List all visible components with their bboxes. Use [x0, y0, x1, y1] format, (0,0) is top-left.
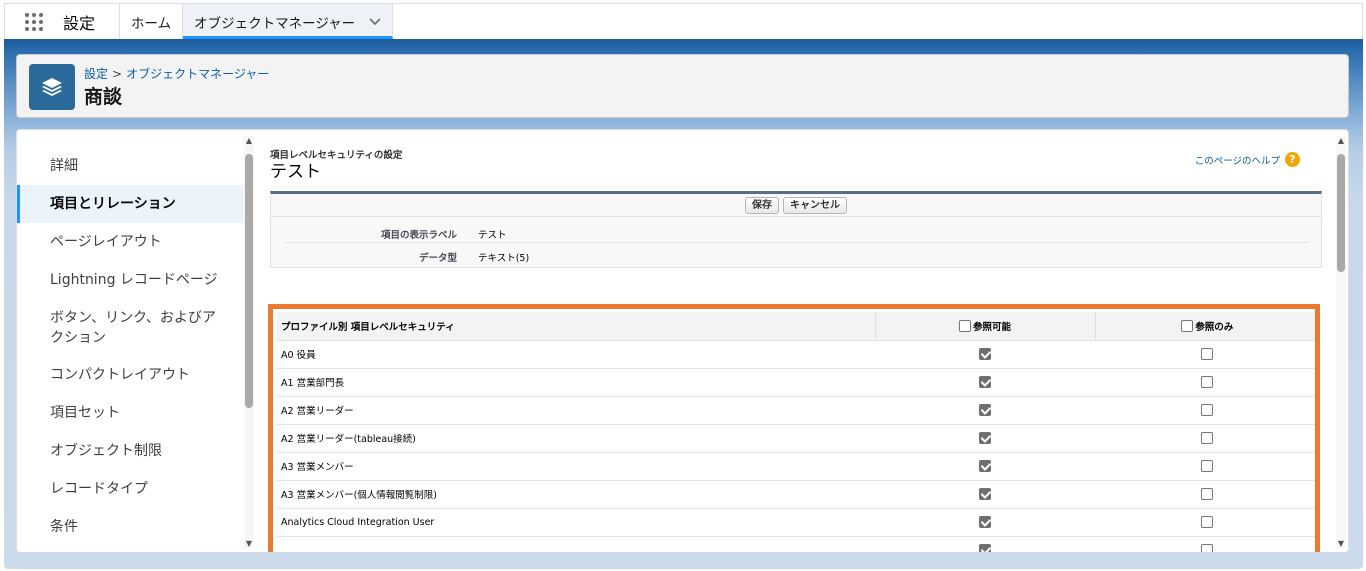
visible-checkbox[interactable] — [979, 516, 991, 528]
visible-column-header: 参照可能 — [874, 312, 1095, 341]
waffle-icon — [25, 12, 43, 31]
breadcrumb-object-manager-link[interactable]: オブジェクトマネージャー — [126, 67, 269, 81]
breadcrumb-setup-link[interactable]: 設定 — [84, 67, 108, 81]
help-icon: ? — [1285, 152, 1300, 167]
visible-checkbox[interactable] — [979, 348, 991, 360]
sidebar-item-lightning-record-pages[interactable]: Lightning レコードページ — [17, 270, 243, 290]
tab-home-label: ホーム — [131, 15, 172, 32]
field-detail-block: 保存 キャンセル 項目の表示ラベル テスト データ型 テキスト(5) — [270, 191, 1322, 268]
table-row: A3 営業メンバー — [277, 452, 1315, 481]
readonly-checkbox[interactable] — [1201, 432, 1213, 444]
readonly-header-label: 参照のみ — [1195, 321, 1234, 333]
sidebar-nav: 詳細 項目とリレーション ページレイアウト Lightning レコードページ … — [17, 130, 257, 552]
table-row: A0 役員 — [277, 340, 1315, 369]
readonly-checkbox[interactable] — [1201, 404, 1213, 416]
readonly-select-all-checkbox[interactable] — [1181, 319, 1194, 332]
profile-name: A3 営業メンバー(個人情報閲覧制限) — [277, 480, 875, 509]
content-scroll-thumb[interactable] — [1337, 154, 1345, 272]
sidebar-item-buttons-links-actions[interactable]: ボタン、リンク、およびア クション — [17, 308, 243, 348]
sidebar-item-object-limits[interactable]: オブジェクト制限 — [17, 441, 243, 461]
readonly-checkbox[interactable] — [1201, 488, 1213, 500]
visible-checkbox[interactable] — [979, 376, 991, 388]
tab-home[interactable]: ホーム — [120, 4, 184, 39]
cancel-button[interactable]: キャンセル — [783, 197, 847, 214]
profile-name: A0 役員 — [277, 340, 875, 369]
chevron-down-icon[interactable] — [369, 15, 381, 29]
sidebar-item-details[interactable]: 詳細 — [17, 156, 243, 176]
scroll-down-icon[interactable]: ▼ — [244, 539, 254, 548]
tab-object-manager-label: オブジェクトマネージャー — [194, 15, 356, 32]
sidebar-item-fields-relationships[interactable]: 項目とリレーション — [17, 185, 243, 223]
profile-name: Analytics Cloud Integration User — [277, 508, 875, 537]
visible-checkbox[interactable] — [979, 404, 991, 416]
scroll-down-icon[interactable]: ▼ — [1336, 539, 1346, 548]
fls-table: プロファイル別 項目レベルセキュリティ 参照可能 参照のみ A0 役員 A1 営… — [277, 312, 1315, 552]
table-header-row: プロファイル別 項目レベルセキュリティ 参照可能 参照のみ — [277, 312, 1315, 341]
detail-row-data-type: データ型 テキスト(5) — [285, 244, 1309, 266]
field-title: テスト — [270, 162, 321, 182]
readonly-checkbox[interactable] — [1201, 376, 1213, 388]
highlight-frame: プロファイル別 項目レベルセキュリティ 参照可能 参照のみ A0 役員 A1 営… — [268, 304, 1320, 552]
help-link-label: このページのヘルプ — [1194, 155, 1280, 167]
scroll-up-icon[interactable]: ▲ — [1336, 136, 1346, 145]
profile-name: A2 営業リーダー — [277, 396, 875, 425]
visible-select-all-checkbox[interactable] — [958, 319, 971, 332]
main-panel: 詳細 項目とリレーション ページレイアウト Lightning レコードページ … — [16, 129, 1349, 553]
visible-checkbox[interactable] — [979, 544, 991, 552]
readonly-checkbox[interactable] — [1201, 348, 1213, 360]
visible-header-label: 参照可能 — [972, 321, 1011, 333]
table-row: A2 営業リーダー — [277, 396, 1315, 425]
sidebar-item-record-types[interactable]: レコードタイプ — [17, 479, 243, 499]
app-name: 設定 — [63, 4, 121, 39]
sidebar-scrollbar[interactable]: ▲ ▼ — [244, 136, 254, 548]
detail-label: データ型 — [418, 253, 457, 264]
page-title: 商談 — [84, 86, 123, 108]
profile-name-clipped — [277, 536, 875, 552]
app-launcher-button[interactable] — [5, 4, 63, 39]
layers-icon — [29, 64, 75, 110]
profile-name: A3 営業メンバー — [277, 452, 875, 481]
table-row: Analytics Cloud Integration User — [277, 508, 1315, 537]
button-row: 保存 キャンセル — [271, 197, 1321, 217]
profile-name: A2 営業リーダー(tableau接続) — [277, 424, 875, 453]
detail-value: テスト — [478, 230, 507, 241]
sidebar-item-page-layouts[interactable]: ページレイアウト — [17, 232, 243, 252]
detail-value: テキスト(5) — [478, 253, 530, 264]
object-header: 設定 > オブジェクトマネージャー 商談 — [16, 54, 1349, 118]
breadcrumb: 設定 > オブジェクトマネージャー — [84, 65, 269, 82]
detail-label: 項目の表示ラベル — [380, 230, 457, 241]
breadcrumb-separator: > — [112, 67, 123, 81]
readonly-checkbox[interactable] — [1201, 460, 1213, 472]
save-button[interactable]: 保存 — [745, 197, 779, 214]
readonly-checkbox[interactable] — [1201, 544, 1213, 552]
table-row: A1 営業部門長 — [277, 368, 1315, 397]
profile-column-header: プロファイル別 項目レベルセキュリティ — [277, 312, 875, 341]
sidebar-item-conditions[interactable]: 条件 — [17, 517, 243, 537]
detail-row-label: 項目の表示ラベル テスト — [285, 221, 1309, 243]
readonly-column-header: 参照のみ — [1094, 312, 1315, 341]
readonly-checkbox[interactable] — [1201, 516, 1213, 528]
content-scrollbar[interactable]: ▲ ▼ — [1336, 136, 1346, 548]
visible-checkbox[interactable] — [979, 432, 991, 444]
table-row: A2 営業リーダー(tableau接続) — [277, 424, 1315, 453]
sidebar-item-compact-layouts[interactable]: コンパクトレイアウト — [17, 365, 243, 385]
table-row-partial — [277, 536, 1315, 552]
table-row: A3 営業メンバー(個人情報閲覧制限) — [277, 480, 1315, 509]
tab-object-manager[interactable]: オブジェクトマネージャー — [183, 4, 394, 39]
help-link[interactable]: このページのヘルプ ? — [1195, 152, 1300, 167]
profile-name: A1 営業部門長 — [277, 368, 875, 397]
sidebar-item-field-sets[interactable]: 項目セット — [17, 403, 243, 423]
fls-content: 項目レベルセキュリティの設定 テスト このページのヘルプ ? 保存 キャンセル … — [268, 130, 1346, 552]
scroll-up-icon[interactable]: ▲ — [244, 136, 254, 145]
visible-checkbox[interactable] — [979, 460, 991, 472]
sidebar-scroll-thumb[interactable] — [245, 154, 253, 408]
global-nav: 設定 ホーム オブジェクトマネージャー — [4, 3, 1363, 39]
visible-checkbox[interactable] — [979, 488, 991, 500]
